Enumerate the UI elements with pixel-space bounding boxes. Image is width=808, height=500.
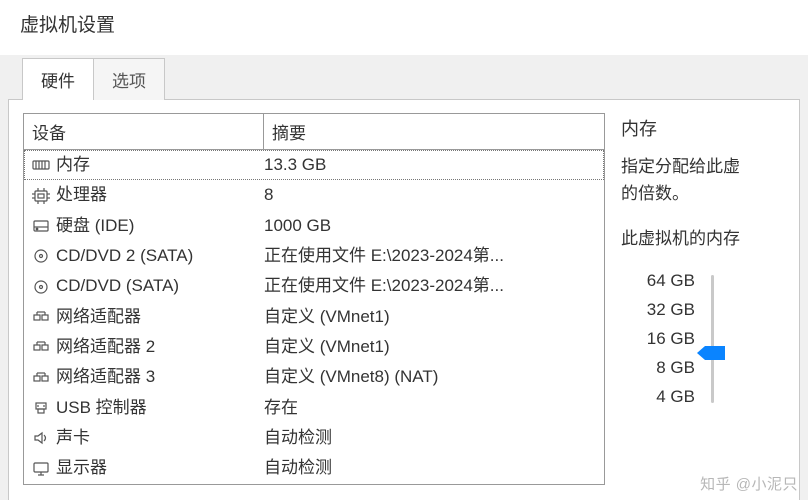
- memory-icon-wrap: [30, 156, 52, 174]
- device-label: 显示器: [56, 455, 264, 481]
- sound-icon: [32, 430, 50, 446]
- device-row[interactable]: 网络适配器 2自定义 (VMnet1): [24, 332, 604, 362]
- device-summary: 8: [264, 182, 604, 208]
- cd-icon-wrap: [30, 247, 52, 265]
- device-label: 处理器: [56, 182, 264, 208]
- memory-slider[interactable]: 64 GB 32 GB 16 GB 8 GB 4 GB: [621, 271, 785, 407]
- memory-current-label: 此虚拟机的内存: [621, 225, 785, 252]
- cd-icon-wrap: [30, 278, 52, 296]
- header-device[interactable]: 设备: [24, 114, 264, 149]
- device-summary: 自定义 (VMnet1): [264, 304, 604, 330]
- device-label: 硬盘 (IDE): [56, 213, 264, 239]
- device-label: USB 控制器: [56, 395, 264, 421]
- memory-panel: 内存 指定分配给此虚 的倍数。 此虚拟机的内存 64 GB 32 GB 16 GB 8…: [621, 113, 785, 489]
- device-table: 设备 摘要 内存13.3 GB处理器8硬盘 (IDE)1000 GBCD/DVD…: [23, 113, 605, 485]
- net-icon-wrap: [30, 308, 52, 326]
- usb-icon: [32, 400, 50, 416]
- memory-tick-label: 4 GB: [635, 387, 695, 407]
- device-label: 网络适配器 2: [56, 334, 264, 360]
- device-summary: 13.3 GB: [264, 152, 604, 178]
- memory-icon: [32, 157, 50, 173]
- device-summary: 1000 GB: [264, 213, 604, 239]
- device-row[interactable]: 显示器自动检测: [24, 453, 604, 483]
- net-icon: [32, 339, 50, 355]
- memory-tick-label: 64 GB: [635, 271, 695, 291]
- disk-icon-wrap: [30, 217, 52, 235]
- device-row[interactable]: 处理器8: [24, 180, 604, 210]
- cpu-icon-wrap: [30, 187, 52, 205]
- device-row[interactable]: CD/DVD (SATA)正在使用文件 E:\2023-2024第...: [24, 271, 604, 301]
- sound-icon-wrap: [30, 429, 52, 447]
- cpu-icon: [32, 188, 50, 204]
- net-icon-wrap: [30, 369, 52, 387]
- device-list: 设备 摘要 内存13.3 GB处理器8硬盘 (IDE)1000 GBCD/DVD…: [23, 113, 605, 489]
- hardware-pane: 设备 摘要 内存13.3 GB处理器8硬盘 (IDE)1000 GBCD/DVD…: [8, 99, 800, 500]
- device-row[interactable]: USB 控制器存在: [24, 393, 604, 423]
- tab-hardware[interactable]: 硬件: [22, 58, 94, 100]
- memory-panel-title: 内存: [621, 115, 785, 141]
- device-summary: 自定义 (VMnet1): [264, 334, 604, 360]
- cd-icon: [32, 248, 50, 264]
- settings-body: 硬件 选项 设备 摘要 内存13.3 GB处理器8硬盘 (IDE)1000 GB…: [0, 55, 808, 500]
- device-table-header: 设备 摘要: [24, 114, 604, 150]
- memory-slider-ticks: 64 GB 32 GB 16 GB 8 GB 4 GB: [635, 271, 695, 407]
- display-icon: [32, 461, 50, 477]
- device-row[interactable]: 网络适配器自定义 (VMnet1): [24, 302, 604, 332]
- display-icon-wrap: [30, 460, 52, 478]
- device-label: CD/DVD 2 (SATA): [56, 243, 264, 269]
- device-label: 网络适配器 3: [56, 364, 264, 390]
- device-row[interactable]: 网络适配器 3自定义 (VMnet8) (NAT): [24, 362, 604, 392]
- device-row[interactable]: 内存13.3 GB: [24, 150, 604, 180]
- net-icon: [32, 309, 50, 325]
- device-summary: 自动检测: [264, 455, 604, 481]
- device-row[interactable]: CD/DVD 2 (SATA)正在使用文件 E:\2023-2024第...: [24, 241, 604, 271]
- device-label: CD/DVD (SATA): [56, 273, 264, 299]
- device-label: 声卡: [56, 425, 264, 451]
- device-row[interactable]: 硬盘 (IDE)1000 GB: [24, 211, 604, 241]
- device-label: 网络适配器: [56, 304, 264, 330]
- device-row[interactable]: 声卡自动检测: [24, 423, 604, 453]
- device-summary: 自动检测: [264, 425, 604, 451]
- disk-icon: [32, 218, 50, 234]
- memory-tick-label: 8 GB: [635, 358, 695, 378]
- device-summary: 存在: [264, 395, 604, 421]
- device-label: 内存: [56, 152, 264, 178]
- usb-icon-wrap: [30, 399, 52, 417]
- memory-slider-thumb[interactable]: [705, 346, 725, 360]
- tab-strip: 硬件 选项: [8, 55, 800, 99]
- memory-tick-label: 16 GB: [635, 329, 695, 349]
- device-summary: 正在使用文件 E:\2023-2024第...: [264, 243, 604, 269]
- net-icon: [32, 370, 50, 386]
- cd-icon: [32, 279, 50, 295]
- device-summary: 正在使用文件 E:\2023-2024第...: [264, 273, 604, 299]
- memory-panel-desc: 指定分配给此虚 的倍数。: [621, 153, 785, 207]
- tab-options[interactable]: 选项: [93, 58, 165, 100]
- memory-slider-track[interactable]: [703, 271, 723, 407]
- memory-tick-label: 32 GB: [635, 300, 695, 320]
- device-summary: 自定义 (VMnet8) (NAT): [264, 364, 604, 390]
- window-title: 虚拟机设置: [0, 0, 808, 55]
- header-summary[interactable]: 摘要: [264, 114, 604, 149]
- net-icon-wrap: [30, 338, 52, 356]
